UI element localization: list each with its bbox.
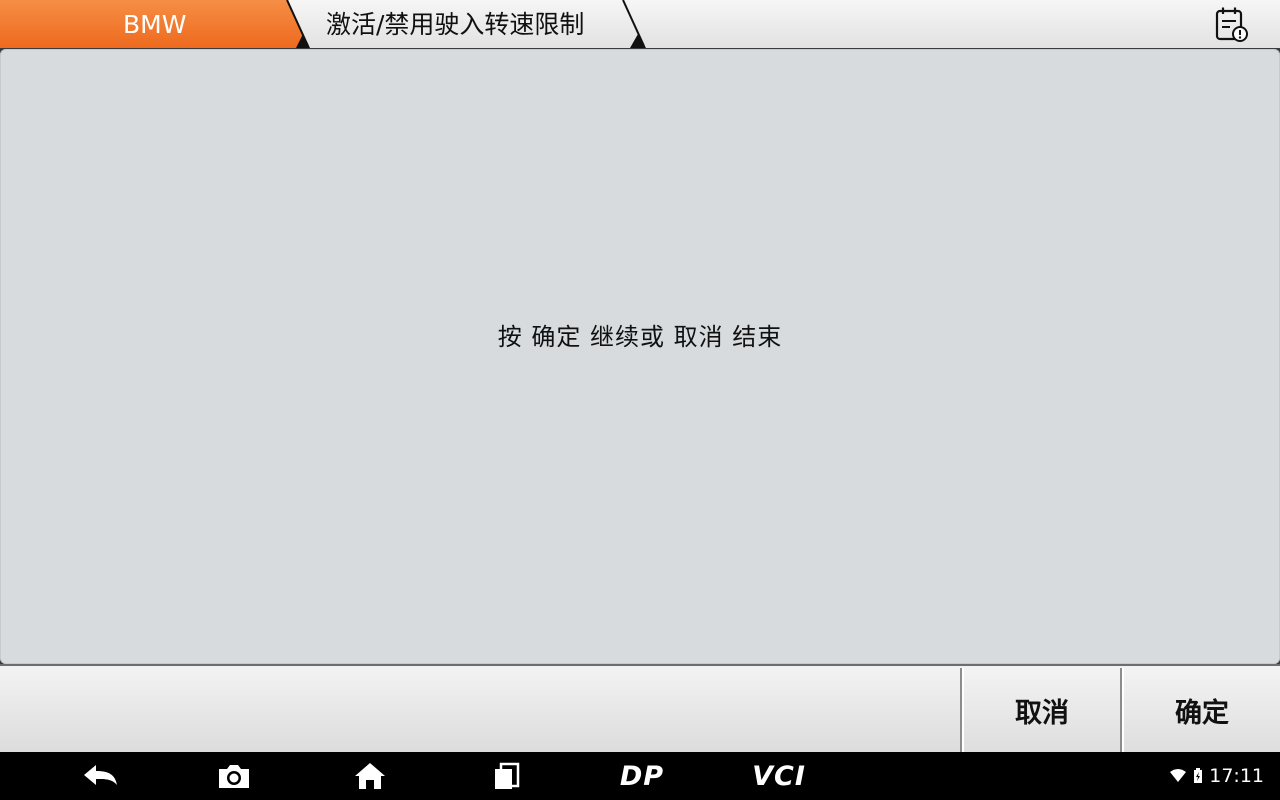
- system-nav-bar: DP VCI 17:11: [0, 752, 1280, 800]
- breadcrumb-separator: [622, 0, 646, 48]
- top-bar: BMW 激活/禁用驶入转速限制: [0, 0, 1280, 48]
- home-button[interactable]: [350, 752, 390, 800]
- message-panel: 按 确定 继续或 取消 结束: [0, 49, 1280, 664]
- recents-button[interactable]: [488, 752, 524, 800]
- wifi-icon: [1170, 769, 1187, 782]
- breadcrumb-separator: [286, 0, 310, 48]
- dp-button[interactable]: DP: [610, 752, 674, 800]
- breadcrumb-page-title: 激活/禁用驶入转速限制: [326, 10, 585, 39]
- vci-label: VCI: [752, 760, 806, 792]
- home-icon: [355, 763, 385, 789]
- dp-label: DP: [619, 760, 665, 792]
- report-icon[interactable]: [1214, 6, 1250, 42]
- cancel-button[interactable]: 取消: [962, 668, 1120, 752]
- prompt-message: 按 确定 继续或 取消 结束: [497, 323, 783, 351]
- screenshot-button[interactable]: [214, 752, 254, 800]
- action-bar: 取消 确定: [0, 664, 1280, 752]
- breadcrumb-brand-label: BMW: [123, 10, 187, 39]
- ok-button[interactable]: 确定: [1122, 668, 1280, 752]
- vci-button[interactable]: VCI: [744, 752, 814, 800]
- back-button[interactable]: [78, 752, 122, 800]
- clock: 17:11: [1209, 765, 1264, 787]
- status-area: 17:11: [1169, 752, 1264, 800]
- recents-icon: [495, 762, 520, 789]
- battery-icon: [1194, 768, 1203, 783]
- camera-icon: [219, 765, 249, 788]
- back-icon: [84, 765, 117, 785]
